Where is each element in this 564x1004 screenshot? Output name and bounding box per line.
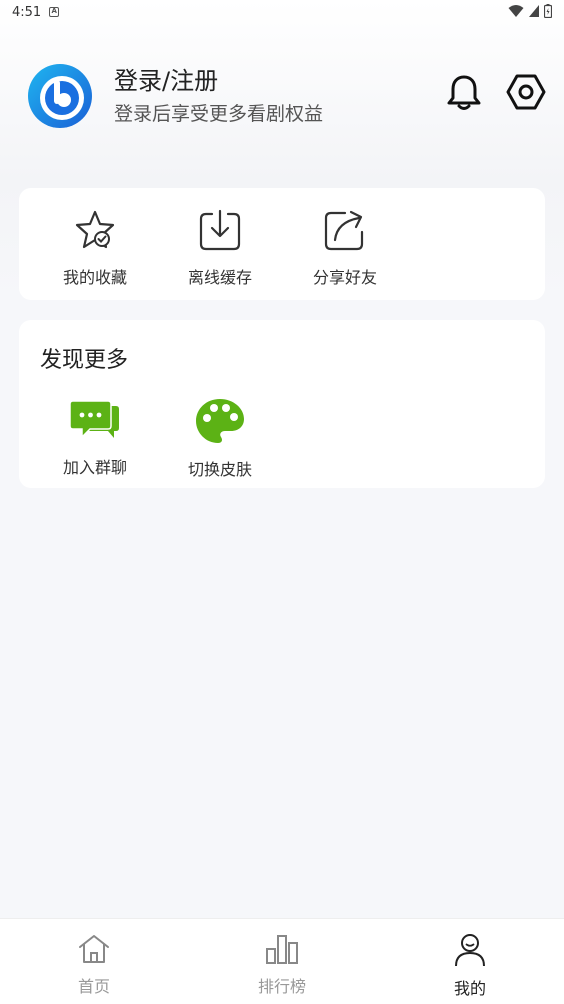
download-box-icon [199,209,241,251]
share-box-icon [324,210,364,251]
login-title[interactable]: 登录/注册 [114,65,323,97]
login-profile-block[interactable]: 登录/注册 登录后享受更多看剧权益 [26,62,323,130]
chat-bubbles-icon [70,400,119,439]
favorites-button[interactable]: 我的收藏 [45,208,145,288]
share-friends-label: 分享好友 [312,268,377,287]
discover-card: 发现更多 加入群聊 切换皮肤 [19,320,545,488]
app-logo-icon [28,64,92,128]
switch-skin-label: 切换皮肤 [187,460,252,479]
login-subtitle: 登录后享受更多看剧权益 [114,103,324,125]
status-bar: 4:51 A [0,0,564,24]
notification-app-icon: A [49,7,60,17]
nav-label-home: 首页 [77,977,110,996]
home-icon [79,935,109,963]
bell-icon[interactable] [444,72,484,112]
nav-item-ranking[interactable]: 排行榜 [232,933,332,997]
ranking-icon [266,935,298,964]
share-friends-button[interactable]: 分享好友 [295,208,395,288]
user-icon [455,934,485,967]
join-group-chat-label: 加入群聊 [62,458,127,477]
nav-item-mine[interactable]: 我的 [420,933,520,999]
discover-title: 发现更多 [40,348,129,373]
quick-actions-card: 我的收藏 离线缓存 分享好友 [19,188,545,300]
switch-skin-button[interactable]: 切换皮肤 [170,398,270,480]
favorites-label: 我的收藏 [62,268,127,287]
offline-cache-label: 离线缓存 [187,268,252,287]
battery-icon [544,4,552,18]
bottom-nav: 首页 排行榜 我的 [0,918,564,1004]
palette-icon [196,399,244,443]
wifi-icon [508,5,524,17]
gear-icon[interactable] [506,72,546,112]
join-group-chat-button[interactable]: 加入群聊 [45,398,145,478]
star-check-icon [75,210,115,249]
nav-label-mine: 我的 [453,979,486,998]
offline-cache-button[interactable]: 离线缓存 [170,208,270,288]
status-time: 4:51 [12,4,42,20]
status-indicators [508,4,552,18]
nav-item-home[interactable]: 首页 [44,933,144,997]
nav-label-ranking: 排行榜 [257,977,306,996]
signal-icon [529,5,539,17]
